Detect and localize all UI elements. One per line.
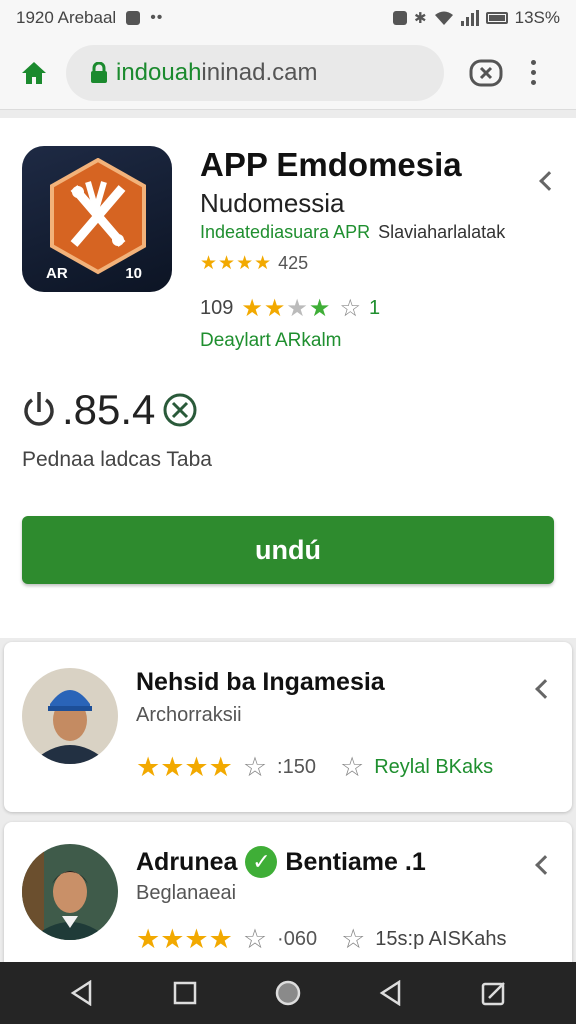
install-button[interactable]: undú bbox=[22, 516, 554, 584]
price-row: .85.4 bbox=[22, 386, 199, 434]
verified-check-icon: ✓ bbox=[245, 846, 278, 878]
rating2-label: 109 bbox=[200, 297, 234, 319]
app-rating: ★★★★ 425 bbox=[200, 252, 308, 275]
star-outline-icon[interactable]: ☆ bbox=[243, 752, 267, 783]
status-bar: 1920 Arebaal •• ✱ 13S% bbox=[0, 0, 576, 36]
install-note-link[interactable]: Deaylart ARkalm bbox=[200, 330, 342, 352]
star-outline-icon[interactable]: ☆ bbox=[339, 294, 361, 323]
review-stars: ★★★★ bbox=[136, 924, 233, 954]
rating-count: 425 bbox=[278, 253, 309, 273]
review-stars: ★★★★ bbox=[136, 752, 233, 782]
review-note-link[interactable]: Reylal BKaks bbox=[374, 756, 493, 779]
reviewer-name-text: Adrunea bbox=[136, 847, 238, 876]
recents-icon bbox=[173, 981, 197, 1005]
more-notifications-icon: •• bbox=[150, 9, 164, 26]
review-card[interactable]: Adrunea ✓ Bentiame .1 Beglanaeai ★★★★ ☆ … bbox=[4, 822, 572, 972]
app-subtitle: Nudomessia bbox=[200, 188, 345, 218]
rating2-stars: ★★★★ bbox=[241, 295, 332, 322]
browser-toolbar: indouah ininad.cam bbox=[0, 36, 576, 110]
app-title: APP Emdomesia bbox=[200, 146, 462, 183]
home-icon bbox=[22, 61, 46, 84]
reviewer-name: Adrunea ✓ Bentiame .1 bbox=[136, 846, 426, 878]
edit-icon bbox=[482, 982, 506, 1006]
reviewer-name-text: Nehsid ba Ingamesia bbox=[136, 668, 385, 696]
reviewer-name-extra: Bentiame .1 bbox=[285, 847, 426, 876]
address-bar[interactable]: indouah ininad.cam bbox=[66, 44, 444, 101]
review-count: :150 bbox=[277, 756, 316, 778]
url-domain-prefix: indouah bbox=[116, 58, 202, 86]
app-logo-icon bbox=[50, 158, 146, 275]
tabs-icon bbox=[469, 59, 503, 86]
system-nav-bar bbox=[0, 962, 576, 1024]
review-card[interactable]: Nehsid ba Ingamesia Archorraksii ★★★★ ☆ … bbox=[4, 642, 572, 812]
back-alt-button[interactable] bbox=[371, 973, 411, 1013]
review-rating-row: ★★★★ ☆ ·060 ☆ 15s:p AISKahs bbox=[136, 924, 507, 955]
back-icon bbox=[70, 980, 91, 1006]
overflow-menu-button[interactable] bbox=[528, 60, 538, 85]
battery-icon bbox=[485, 12, 508, 24]
review-count: ·060 bbox=[277, 928, 318, 950]
power-icon bbox=[24, 392, 54, 426]
bluetooth-icon: ✱ bbox=[414, 10, 427, 27]
app-icon-label-right: 10 bbox=[125, 265, 142, 282]
developer-name: Indeatediasuara APR bbox=[200, 222, 371, 242]
rating-stars: ★★★★ bbox=[200, 253, 273, 274]
back-alt-icon bbox=[379, 980, 401, 1006]
app-rating-secondary: 109 ★★★★ ☆ 1 bbox=[200, 294, 380, 323]
back-button[interactable] bbox=[62, 973, 102, 1013]
star-outline-icon[interactable]: ☆ bbox=[340, 752, 364, 783]
app-detail-section: AR 10 APP Emdomesia Nudomessia Indeatedi… bbox=[0, 118, 576, 638]
chevron-left-icon[interactable] bbox=[539, 171, 559, 191]
chevron-left-icon[interactable] bbox=[535, 679, 555, 699]
app-developer[interactable]: Indeatediasuara APR Slaviaharlalatak bbox=[200, 222, 505, 243]
app-icon: AR 10 bbox=[22, 146, 172, 292]
chevron-left-icon[interactable] bbox=[535, 855, 555, 875]
reviewer-subtitle: Beglanaeai bbox=[136, 882, 237, 904]
reviewer-subtitle: Archorraksii bbox=[136, 704, 242, 726]
wifi-icon bbox=[434, 11, 453, 25]
url-domain-rest: ininad.cam bbox=[201, 58, 318, 86]
price-subtitle: Pednaa ladcas Taba bbox=[22, 448, 212, 471]
star-outline-icon[interactable]: ☆ bbox=[341, 924, 365, 955]
battery-percent: 13S% bbox=[514, 8, 560, 27]
lock-icon bbox=[91, 61, 107, 83]
status-time: 1920 Arebaal bbox=[16, 8, 117, 27]
developer-extra: Slaviaharlalatak bbox=[378, 222, 506, 242]
price-value: .85.4 bbox=[62, 386, 156, 433]
review-rating-row: ★★★★ ☆ :150 ☆ Reylal BKaks bbox=[136, 752, 493, 783]
home-button[interactable] bbox=[18, 57, 50, 89]
rating2-extra: 1 bbox=[368, 297, 381, 319]
notification-icon bbox=[126, 11, 141, 25]
recents-button[interactable] bbox=[165, 973, 205, 1013]
app-icon-label-left: AR bbox=[46, 265, 68, 282]
home-circle-icon bbox=[275, 980, 301, 1006]
reviewer-name: Nehsid ba Ingamesia bbox=[136, 668, 385, 697]
edit-button[interactable] bbox=[474, 973, 514, 1013]
signal-icon bbox=[460, 10, 479, 26]
alarm-icon bbox=[393, 11, 408, 25]
home-nav-button[interactable] bbox=[268, 973, 308, 1013]
avatar bbox=[22, 844, 118, 940]
avatar bbox=[22, 668, 118, 764]
close-circle-icon[interactable] bbox=[161, 391, 199, 429]
tabs-button[interactable] bbox=[468, 55, 504, 91]
star-outline-icon[interactable]: ☆ bbox=[243, 924, 267, 955]
review-note-link[interactable]: 15s:p AISKahs bbox=[375, 928, 506, 951]
